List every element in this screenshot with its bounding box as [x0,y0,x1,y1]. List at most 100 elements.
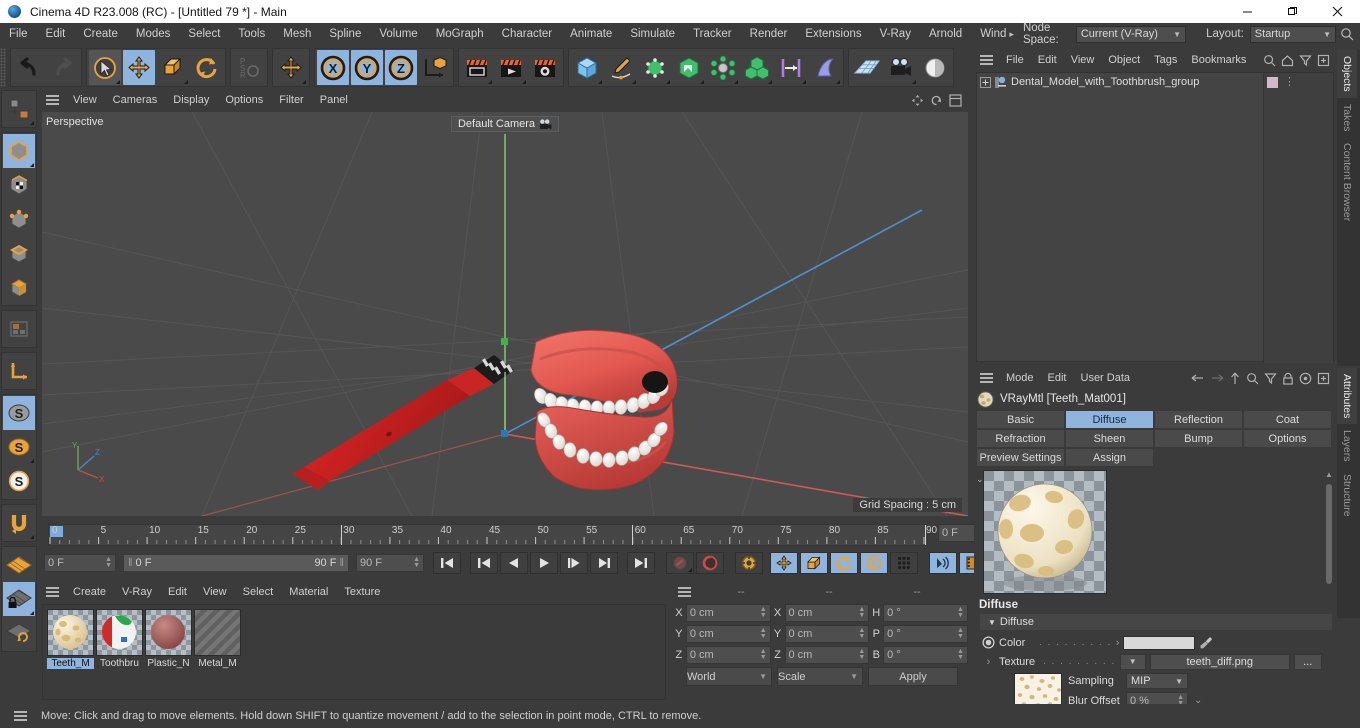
coordinate-mode-dropdown[interactable]: Scale ▼ [777,667,863,686]
undo-button[interactable] [13,50,45,85]
attributes-menu-mode[interactable]: Mode [999,372,1041,384]
menu-character[interactable]: Character [493,23,562,45]
menu-select[interactable]: Select [179,23,229,45]
spinner-icon[interactable]: ▲▼ [105,556,112,569]
size-y-field[interactable]: 0 cm ▲ ▼ [784,625,870,643]
tab-sheen[interactable]: Sheen [1065,429,1154,448]
rot-b-field[interactable]: 0 ° ▲ ▼ [883,646,968,664]
render-settings-button[interactable] [529,50,561,85]
color-radio[interactable] [982,636,995,649]
menu-extensions[interactable]: Extensions [796,23,870,45]
light-button[interactable] [919,50,951,85]
tab-content-browser[interactable]: Content Browser [1337,137,1357,227]
color-expand-arrow[interactable]: › [1116,637,1120,649]
texture-browse-button[interactable]: ... [1293,653,1322,670]
spinner-icon[interactable]: ▲▼ [957,627,964,640]
rotate-tool-button[interactable] [191,50,223,85]
menu-render[interactable]: Render [741,23,797,45]
material-menu-icon[interactable] [40,587,65,597]
texture-path-field[interactable]: teeth_diff.png [1149,653,1290,670]
planar-workplane-button[interactable] [3,616,35,650]
search-icon[interactable] [1340,27,1354,41]
spinner-icon[interactable]: ▲▼ [760,606,767,619]
timeline-ruler[interactable]: 0 5 10 15 20 25 30 35 40 45 50 55 60 65 70 75 80 85 90 [48,524,937,546]
position-key-button[interactable] [770,552,798,574]
axis-y-button[interactable]: Y [351,50,383,85]
close-button[interactable] [1315,0,1360,23]
environment-button[interactable] [851,50,883,85]
lock-workplane-button[interactable] [3,582,35,616]
size-z-field[interactable]: 0 cm ▲ ▼ [784,646,870,664]
pos-y-field[interactable]: 0 cm ▲ ▼ [685,625,771,643]
add-icon[interactable] [1317,54,1330,67]
rot-p-field[interactable]: 0 ° ▲ ▼ [883,625,968,643]
menu-create[interactable]: Create [74,23,127,45]
tab-preview-settings[interactable]: Preview Settings [976,448,1065,467]
rot-h-field[interactable]: 0 ° ▲ ▼ [883,604,968,622]
previous-keyframe-button[interactable] [470,552,498,574]
object-snap-button[interactable]: S [3,430,35,464]
live-selection-button[interactable] [89,50,121,85]
menu-overflow-arrow[interactable]: ▸ [1006,29,1017,40]
scroll-thumb[interactable] [1326,484,1332,584]
object-tree[interactable]: Dental_Model_with_Toothbrush_group ⋮ [976,72,1334,363]
spinner-icon[interactable]: ▲▼ [413,556,420,569]
menu-window[interactable]: Wind [971,23,1006,45]
add-cube-button[interactable] [571,50,603,85]
object-menu-bookmarks[interactable]: Bookmarks [1184,54,1253,66]
deformer-button[interactable] [809,50,841,85]
menu-vray[interactable]: V-Ray [871,23,920,45]
spinner-icon[interactable]: ▲▼ [957,606,964,619]
spinner-icon[interactable]: ▲▼ [858,648,865,661]
material-menu-texture[interactable]: Texture [336,586,388,598]
points-mode-button[interactable] [3,202,35,236]
menu-mesh[interactable]: Mesh [274,23,320,45]
material-item-metal[interactable]: Metal_M [194,609,241,669]
pos-x-field[interactable]: 0 cm ▲ ▼ [685,604,771,622]
viewport-menu-display[interactable]: Display [165,94,217,106]
model-mode-button[interactable] [3,134,35,168]
next-frame-button[interactable] [560,552,588,574]
scroll-up-icon[interactable]: ▲ [1325,470,1333,479]
uv-mode-button[interactable] [3,312,35,346]
back-arrow-icon[interactable] [1191,372,1205,384]
world-object-axis-button[interactable] [419,50,451,85]
render-view-button[interactable] [461,50,493,85]
range-right-handle[interactable]: ‖ [339,557,344,569]
texture-type-dropdown[interactable]: ▼ [1119,653,1146,670]
tab-coat[interactable]: Coat [1243,410,1332,429]
axis-z-button[interactable]: Z [385,50,417,85]
material-item-plastic[interactable]: Plastic_N [145,609,192,669]
autokeying-button[interactable] [696,552,724,574]
sampling-dropdown[interactable]: MIP ▼ [1126,673,1188,689]
home-icon[interactable] [1281,54,1294,67]
camera-label-badge[interactable]: Default Camera [450,116,560,132]
tab-basic[interactable]: Basic [976,410,1065,429]
expand-icon[interactable] [980,76,991,88]
point-level-anim-button[interactable] [890,552,918,574]
tab-attributes[interactable]: Attributes [1337,368,1357,425]
scene-nodes-button[interactable] [673,50,705,85]
lock-icon[interactable] [1282,372,1294,385]
menu-animate[interactable]: Animate [561,23,621,45]
menu-mograph[interactable]: MoGraph [427,23,493,45]
tab-bump[interactable]: Bump [1154,429,1243,448]
viewport-menu-panel[interactable]: Panel [312,94,356,106]
mograph-cloner-button[interactable] [741,50,773,85]
keyframe-selection-button[interactable] [735,552,763,574]
menu-arnold[interactable]: Arnold [920,23,971,45]
object-menu-edit[interactable]: Edit [1031,54,1064,66]
record-active-objects-button[interactable] [666,552,694,574]
add-spline-button[interactable] [605,50,637,85]
next-keyframe-button[interactable] [590,552,618,574]
edges-mode-button[interactable] [3,236,35,270]
play-button[interactable] [530,552,558,574]
tab-takes[interactable]: Takes [1337,98,1357,137]
maximize-button[interactable] [1270,0,1315,23]
coordinates-menu-icon[interactable] [672,587,697,597]
spinner-icon[interactable]: ▲▼ [760,648,767,661]
viewport-3d[interactable]: Perspective Default Camera Grid Spacing … [42,112,968,516]
parameter-key-button[interactable]: P [860,552,888,574]
color-swatch[interactable] [1123,635,1196,650]
coordinate-system-dropdown[interactable]: World ▼ [686,667,772,686]
